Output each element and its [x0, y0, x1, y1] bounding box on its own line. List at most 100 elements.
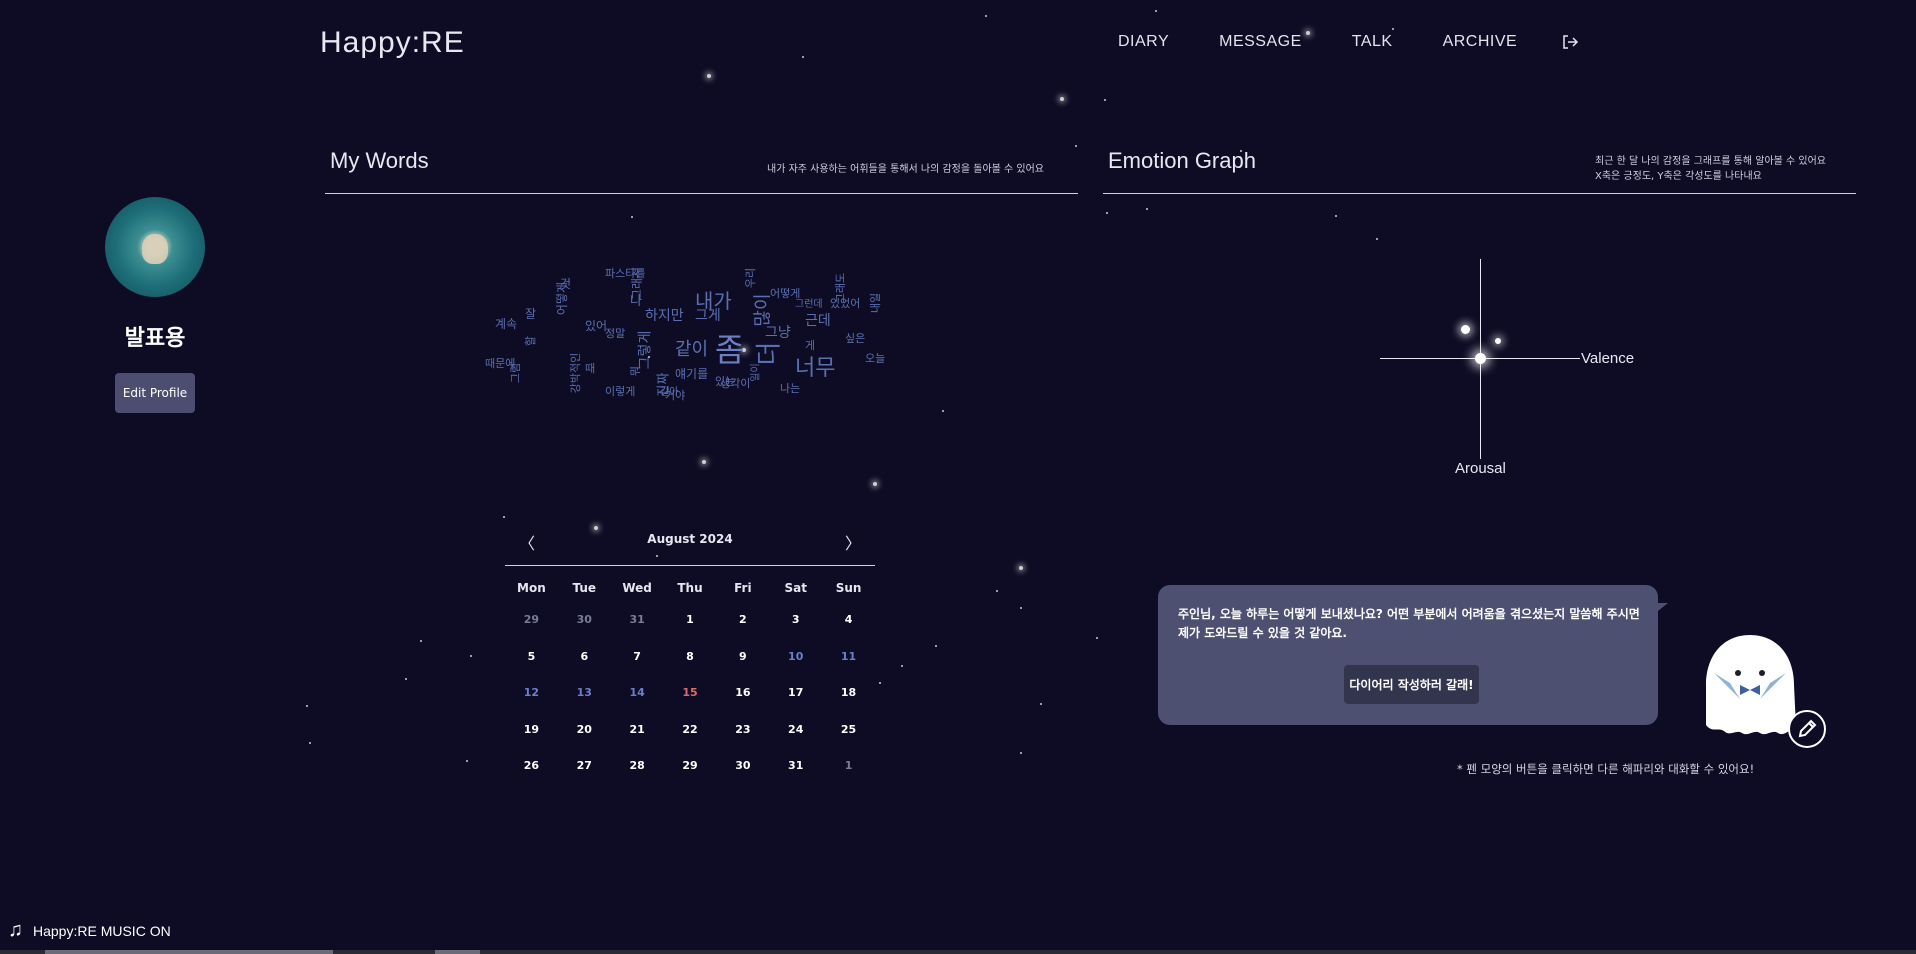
calendar-day[interactable]: 15	[664, 685, 717, 722]
write-diary-button[interactable]: 다이어리 작성하러 갈래!	[1344, 665, 1479, 704]
logout-icon[interactable]	[1561, 33, 1579, 51]
weekday-header: Sat	[784, 581, 807, 595]
calendar: 〈 August 2024 〉 Mon Tue Wed Thu Fri Sat Sun 29 3…	[505, 530, 875, 795]
next-month-button[interactable]: 〉	[845, 530, 861, 554]
calendar-header: 〈 August 2024 〉	[505, 530, 875, 566]
star-background	[0, 0, 1916, 954]
calendar-day[interactable]: 2	[716, 612, 769, 649]
emotion-point	[1495, 338, 1501, 344]
emotion-point	[1475, 353, 1486, 364]
music-note-icon: ♫	[8, 919, 23, 941]
music-toggle[interactable]: ♫ Happy:RE MUSIC ON	[8, 919, 171, 942]
nav-message[interactable]: MESSAGE	[1219, 33, 1302, 51]
calendar-day[interactable]: 29	[664, 758, 717, 795]
calendar-day[interactable]: 11	[822, 649, 875, 686]
calendar-day[interactable]: 22	[664, 722, 717, 759]
cloud-word: 좀	[715, 331, 745, 369]
cloud-word: 있어	[585, 319, 608, 333]
music-label: Happy:RE MUSIC ON	[33, 922, 171, 939]
cloud-word: 뭐	[629, 365, 643, 377]
weekday-header: Fri	[734, 581, 752, 595]
emotion-graph-desc-line2: X축은 긍정도, Y축은 각성도를 나타내요	[1595, 171, 1762, 182]
cloud-word: 그냥	[765, 325, 791, 341]
edit-profile-button[interactable]: Edit Profile	[115, 373, 195, 413]
cloud-word: 오늘	[865, 352, 886, 365]
word-cloud: 좀 더 너무 많이 내가 같이 그렇게 그게 하지만 나 뭐 진짜 근데 그냥 있는 얘기를 그래서 어떻게 것 잘 이…	[485, 255, 885, 415]
cloud-word: 잘	[525, 307, 537, 321]
profile-name: 발표용	[124, 326, 186, 351]
calendar-day[interactable]: 30	[716, 758, 769, 795]
calendar-day[interactable]: 4	[822, 612, 875, 649]
weekday-header: Wed	[622, 581, 652, 595]
weekday-header: Thu	[677, 581, 703, 595]
my-words-title: My Words	[330, 148, 429, 173]
nav-archive[interactable]: ARCHIVE	[1443, 33, 1518, 51]
cloud-word: 이렇게	[605, 385, 636, 398]
calendar-day[interactable]: 12	[505, 685, 558, 722]
cloud-word: 너무	[795, 356, 836, 381]
calendar-day[interactable]: 8	[664, 649, 717, 686]
pen-hint: * 펜 모양의 버튼을 클릭하면 다른 해파리와 대화할 수 있어요!	[1457, 762, 1755, 776]
nav-talk[interactable]: TALK	[1352, 33, 1393, 51]
cloud-word: 그런데	[795, 299, 823, 310]
cloud-word: 때	[585, 362, 596, 375]
calendar-day[interactable]: 27	[558, 758, 611, 795]
cloud-word: 파스타를	[605, 267, 646, 280]
cloud-word: 계속	[495, 317, 518, 331]
calendar-day[interactable]: 30	[558, 612, 611, 649]
cloud-word: 할	[524, 335, 538, 347]
calendar-day[interactable]: 20	[558, 722, 611, 759]
emotion-graph-description: 최근 한 달 나의 감정을 그래프를 통해 알아볼 수 있어요 X축은 긍정도,…	[1595, 154, 1826, 184]
emotion-graph: Valence Arousal	[1375, 255, 1634, 485]
chat-message: 주인님, 오늘 하루는 어떻게 보내셨나요? 어떤 부분에서 어려움을 겪으셨는…	[1178, 607, 1640, 640]
calendar-day[interactable]: 7	[611, 649, 664, 686]
calendar-day[interactable]: 24	[769, 722, 822, 759]
emotion-graph-divider	[1103, 193, 1856, 194]
calendar-day[interactable]: 31	[769, 758, 822, 795]
calendar-day[interactable]: 9	[716, 649, 769, 686]
calendar-day[interactable]: 1	[822, 758, 875, 795]
pen-icon	[1798, 719, 1817, 738]
pen-button[interactable]	[1788, 710, 1826, 748]
calendar-day[interactable]: 19	[505, 722, 558, 759]
cloud-word: 싶은	[845, 332, 866, 345]
cloud-word: 그게	[695, 308, 721, 324]
emotion-graph-desc-line1: 최근 한 달 나의 감정을 그래프를 통해 알아볼 수 있어요	[1595, 156, 1827, 167]
calendar-month-label: August 2024	[647, 532, 733, 546]
calendar-day[interactable]: 10	[769, 649, 822, 686]
calendar-day[interactable]: 3	[769, 612, 822, 649]
calendar-day[interactable]: 16	[716, 685, 769, 722]
calendar-day[interactable]: 28	[611, 758, 664, 795]
cloud-word: 나는	[780, 382, 801, 395]
calendar-day[interactable]: 14	[611, 685, 664, 722]
calendar-day[interactable]: 21	[611, 722, 664, 759]
calendar-day[interactable]: 1	[664, 612, 717, 649]
cloud-word: 것	[560, 277, 572, 291]
cloud-word: 우리	[744, 267, 758, 289]
my-words-description: 내가 자주 사용하는 어휘들을 통해서 나의 감정을 돌아볼 수 있어요	[767, 164, 1045, 175]
my-words-divider	[325, 193, 1078, 194]
calendar-day[interactable]: 5	[505, 649, 558, 686]
calendar-day[interactable]: 29	[505, 612, 558, 649]
calendar-day[interactable]: 13	[558, 685, 611, 722]
calendar-day[interactable]: 26	[505, 758, 558, 795]
app-logo[interactable]: Happy:RE	[320, 26, 465, 60]
cloud-word: 근데	[805, 313, 831, 329]
nav-diary[interactable]: DIARY	[1118, 33, 1169, 51]
cloud-word: 얘기를	[675, 367, 709, 381]
calendar-day[interactable]: 18	[822, 685, 875, 722]
cloud-word: 강박적인	[569, 352, 583, 394]
valence-label: Valence	[1581, 350, 1635, 367]
cloud-word: 더	[754, 341, 785, 366]
calendar-day[interactable]: 31	[611, 612, 664, 649]
calendar-day[interactable]: 6	[558, 649, 611, 686]
bottom-scrollbar[interactable]	[0, 950, 1916, 954]
cloud-word: 같이	[675, 339, 709, 360]
calendar-day[interactable]: 25	[822, 722, 875, 759]
cloud-word: 그렇게	[637, 330, 654, 370]
weekday-header: Sun	[835, 581, 862, 595]
calendar-day[interactable]: 23	[716, 722, 769, 759]
cloud-word: 정말	[605, 327, 626, 340]
calendar-day[interactable]: 17	[769, 685, 822, 722]
calendar-grid: Mon Tue Wed Thu Fri Sat Sun 29 30 31 1 2 3 4 5 6 7 8 9 10 11…	[505, 578, 875, 795]
